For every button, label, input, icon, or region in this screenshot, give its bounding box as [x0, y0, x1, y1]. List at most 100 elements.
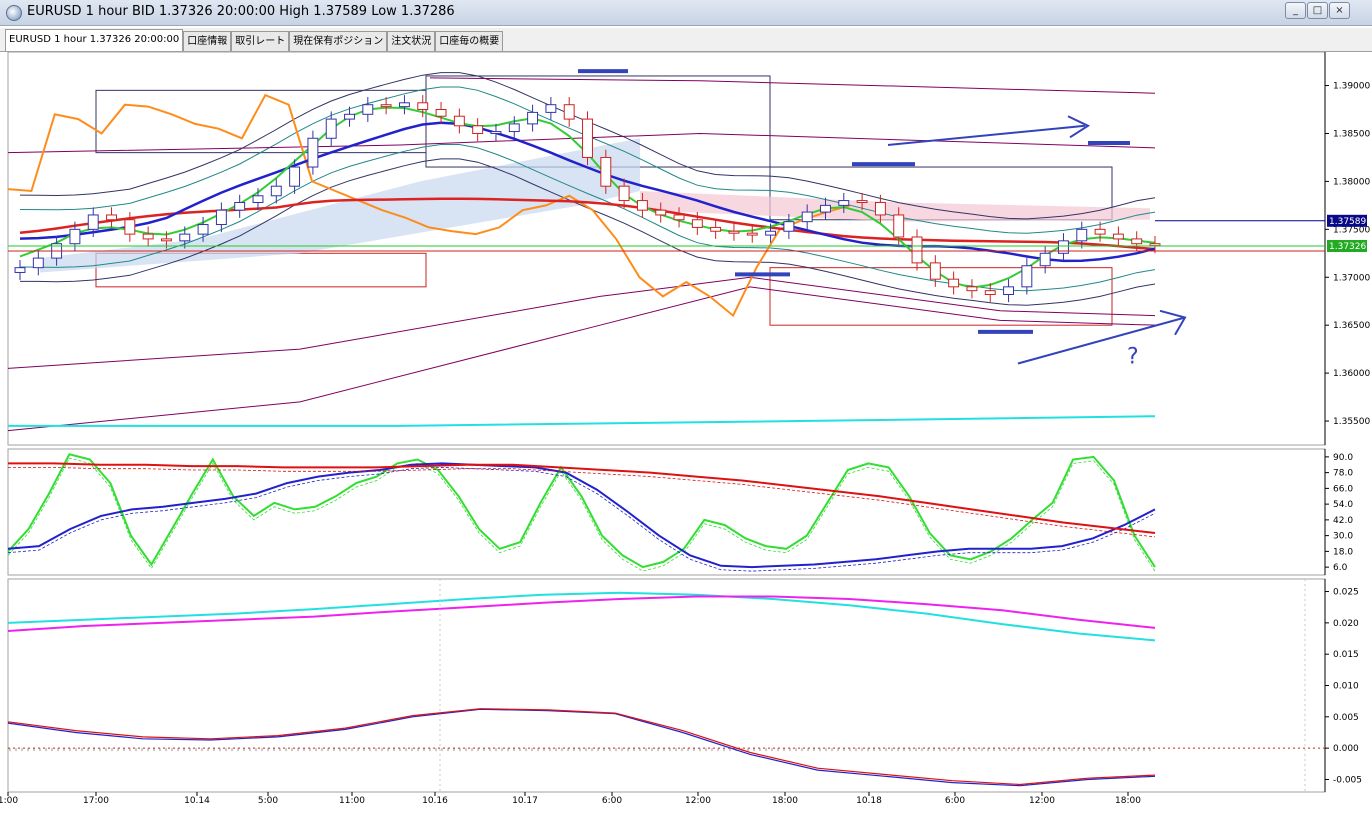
- y-tick-label: 42.0: [1333, 516, 1353, 526]
- y-tick-label: 1.38500: [1333, 129, 1370, 139]
- candle-body: [618, 185, 630, 202]
- y-tick-label: 0.020: [1333, 619, 1359, 629]
- y-tick-label: 0.010: [1333, 682, 1359, 692]
- close-button[interactable]: ×: [1329, 2, 1350, 19]
- candle-body: [911, 236, 923, 264]
- candle-body: [179, 233, 191, 242]
- candle-body: [106, 214, 117, 221]
- x-tick-label: 10.16: [422, 796, 448, 806]
- candle-body: [234, 201, 246, 211]
- candle-body: [344, 113, 355, 120]
- candle-body: [472, 125, 484, 134]
- y-tick-label: 0.005: [1333, 713, 1359, 723]
- panel-frame-2: [7, 578, 1326, 793]
- candle-body: [1021, 265, 1033, 288]
- tab-account-summary[interactable]: 口座毎の概要: [435, 31, 504, 51]
- candle-body: [453, 115, 465, 127]
- candle-body: [325, 118, 337, 139]
- candle-body: [490, 131, 502, 134]
- x-tick-label: 6:00: [945, 796, 965, 806]
- candle-body: [673, 214, 685, 221]
- chart-svg[interactable]: 1.39000 1.38500 1.38000 1.37500 1.37000 1.365…: [0, 51, 1372, 809]
- x-tick-label: 17:00: [83, 796, 109, 806]
- y-tick-label: 30.0: [1333, 532, 1353, 542]
- candle-body: [14, 267, 26, 273]
- candle-body: [838, 200, 850, 206]
- candle-body: [563, 104, 575, 120]
- y-tick-label: 1.37500: [1333, 225, 1370, 235]
- candle-body: [380, 104, 392, 108]
- candle-body: [783, 221, 795, 232]
- y-tick-label: 54.0: [1333, 500, 1353, 510]
- x-tick-label: 18:00: [1115, 796, 1141, 806]
- candle-body: [1131, 238, 1143, 245]
- candle-body: [582, 118, 593, 158]
- high-price-label: 1.37589: [1329, 217, 1366, 227]
- y-tick-label: 0.025: [1333, 588, 1359, 598]
- y-tick-label: -0.005: [1333, 775, 1362, 785]
- tab-orders[interactable]: 注文状況: [387, 31, 436, 51]
- candle-body: [435, 109, 447, 117]
- candle-body: [142, 233, 154, 240]
- tab-rates[interactable]: 取引レート: [231, 31, 290, 51]
- candle-body: [527, 111, 539, 125]
- y-tick-label: 66.0: [1333, 484, 1353, 494]
- candle-body: [545, 104, 557, 113]
- candle-body: [746, 232, 758, 236]
- candle-body: [655, 209, 667, 216]
- candle-body: [1112, 233, 1124, 240]
- x-tick-label: 1:00: [0, 796, 18, 806]
- candle-body: [289, 166, 301, 187]
- candle-body: [417, 102, 429, 111]
- x-tick-label: 18:00: [772, 796, 798, 806]
- y-tick-label: 0.015: [1333, 650, 1359, 660]
- y-tick-label: 78.0: [1333, 469, 1353, 479]
- y-tick-label: 1.39000: [1333, 82, 1370, 92]
- candle-body: [893, 214, 905, 238]
- window-title: EURUSD 1 hour BID 1.37326 20:00:00 High …: [27, 4, 455, 19]
- tab-bar: EURUSD 1 hour 1.37326 20:00:00 口座情報 取引レー…: [0, 28, 1372, 52]
- candle-body: [984, 290, 996, 296]
- y-tick-label: 1.38000: [1333, 177, 1370, 187]
- y-tick-label: 1.36000: [1333, 369, 1370, 379]
- candle-body: [160, 238, 172, 242]
- candle-body: [398, 102, 410, 108]
- tab-account-info[interactable]: 口座情報: [183, 31, 232, 51]
- panel-frame-1: [7, 448, 1326, 576]
- candle-body: [820, 204, 831, 213]
- candle-body: [1039, 252, 1051, 267]
- x-tick-label: 10.17: [512, 796, 538, 806]
- y-tick-label: 1.37000: [1333, 273, 1370, 283]
- x-tick-label: 12:00: [685, 796, 711, 806]
- candle-body: [765, 230, 777, 236]
- tab-chart[interactable]: EURUSD 1 hour 1.37326 20:00:00: [5, 29, 184, 51]
- candle-body: [124, 219, 136, 235]
- minimize-button[interactable]: _: [1285, 2, 1306, 19]
- chart-area[interactable]: 1.39000 1.38500 1.38000 1.37500 1.37000 1.365…: [0, 51, 1372, 809]
- x-tick-label: 12:00: [1029, 796, 1055, 806]
- candle-body: [215, 209, 227, 226]
- candle-body: [362, 104, 374, 115]
- x-tick-label: 10.18: [856, 796, 882, 806]
- x-tick-label: 11:00: [339, 796, 365, 806]
- candle-body: [691, 219, 703, 228]
- y-tick-label: 90.0: [1333, 453, 1353, 463]
- window-titlebar: EURUSD 1 hour BID 1.37326 20:00:00 High …: [0, 0, 1372, 26]
- tab-positions[interactable]: 現在保有ポジション: [289, 31, 388, 51]
- close-price-label: 1.37326: [1329, 242, 1366, 252]
- candle-body: [87, 214, 99, 230]
- candle-body: [197, 224, 209, 235]
- candle-body: [929, 262, 941, 280]
- x-tick-label: 6:00: [602, 796, 622, 806]
- candle-body: [801, 211, 813, 223]
- candle-body: [636, 200, 648, 211]
- candle-body: [728, 230, 740, 234]
- candle-body: [1094, 228, 1106, 235]
- candle-body: [1003, 286, 1015, 296]
- window-controls: _ □ ×: [1285, 2, 1350, 19]
- y-tick-label: 0.000: [1333, 744, 1359, 754]
- y-tick-label: 1.36500: [1333, 321, 1370, 331]
- x-tick-label: 10.14: [184, 796, 210, 806]
- candle-body: [966, 286, 978, 292]
- maximize-button[interactable]: □: [1307, 2, 1328, 19]
